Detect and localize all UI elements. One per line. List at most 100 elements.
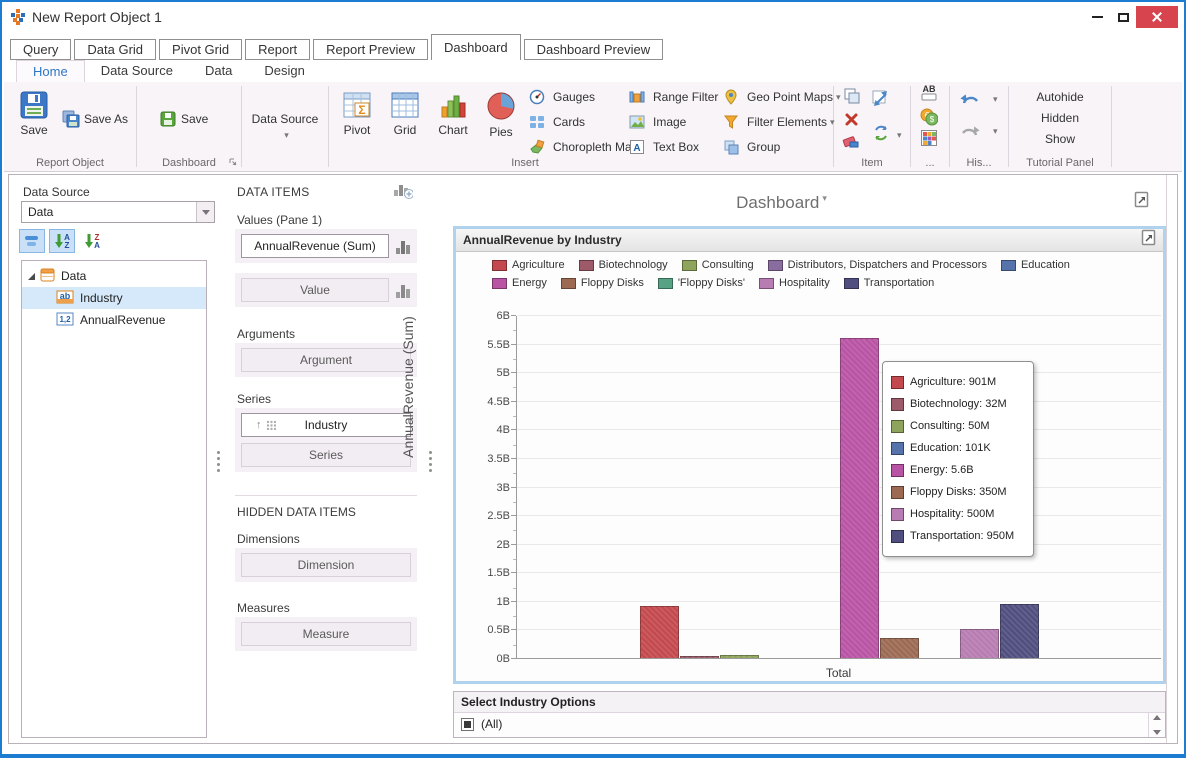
item-convert-icon[interactable]	[872, 90, 890, 108]
insert-pivot-button[interactable]: Σ Pivot	[333, 84, 381, 152]
insert-choropleth-map-button[interactable]: Choropleth Map	[529, 136, 638, 158]
ribbon-group-tutorial-panel: AutohideHiddenShow Tutorial Panel	[1009, 82, 1111, 171]
item-duplicate-icon[interactable]	[844, 88, 860, 104]
sort-direction-icon[interactable]: ↑	[256, 419, 262, 431]
ribbon-tab-data[interactable]: Data	[189, 60, 248, 82]
gridline	[517, 487, 1161, 488]
dashboard-title[interactable]: Dashboard▾	[437, 193, 1126, 213]
redo-icon[interactable]	[960, 124, 980, 138]
chart-bar[interactable]	[680, 656, 719, 658]
undo-icon[interactable]	[960, 92, 980, 106]
undo-caret-icon[interactable]: ▾	[993, 94, 998, 105]
series-placeholder[interactable]: Series	[241, 443, 411, 467]
insert-gauges-button[interactable]: Gauges	[529, 86, 638, 108]
chart-bar[interactable]	[1000, 604, 1039, 658]
save-report-button[interactable]: Save	[10, 84, 58, 152]
item-clear-icon[interactable]	[842, 134, 860, 148]
ribbon-tab-design[interactable]: Design	[248, 60, 320, 82]
insert-text-box-button[interactable]: AText Box	[629, 136, 718, 158]
minimize-button[interactable]	[1084, 6, 1110, 28]
ribbon-group-dashboard: Save Dashboard	[137, 82, 241, 171]
item-refresh-caret-icon[interactable]: ▾	[897, 130, 902, 141]
insert-image-button[interactable]: Image	[629, 111, 718, 133]
tooltip-row: Transportation: 950M	[891, 525, 1025, 547]
splitter-explorer[interactable]	[216, 451, 220, 472]
insert-cards-button[interactable]: Cards	[529, 111, 638, 133]
insert-filter-elements-button[interactable]: Filter Elements▾	[723, 111, 841, 133]
close-button[interactable]	[1136, 6, 1178, 28]
chart-item-header[interactable]: AnnualRevenue by Industry	[456, 229, 1163, 252]
tree-node-annualrevenue[interactable]: 1,2 AnnualRevenue	[22, 309, 206, 331]
flat-view-button[interactable]	[19, 229, 45, 253]
ribbon-tab-home[interactable]: Home	[16, 60, 85, 82]
chart-bar[interactable]	[880, 638, 919, 658]
chart-bar[interactable]	[960, 629, 999, 658]
data-source-button[interactable]: Data Source ▾	[242, 112, 328, 141]
doc-tab-report[interactable]: Report	[245, 39, 310, 60]
item-caption-icon[interactable]: AB	[921, 86, 937, 101]
dashboard-dialog-launcher-icon[interactable]	[228, 157, 238, 167]
splitter-data-items[interactable]	[428, 451, 432, 472]
filter-row-partial[interactable]	[454, 735, 1165, 738]
save-dashboard-button[interactable]: Save	[159, 108, 208, 130]
checkbox-all-icon[interactable]	[461, 718, 474, 731]
doc-tab-data-grid[interactable]: Data Grid	[74, 39, 156, 60]
insert-group-button[interactable]: Group	[723, 136, 841, 158]
value-item-annualrevenue[interactable]: AnnualRevenue (Sum)	[241, 234, 389, 258]
tree-node-industry[interactable]: ab Industry	[22, 287, 206, 309]
save-as-button[interactable]: Save As	[62, 108, 128, 130]
data-source-select[interactable]: Data	[21, 201, 215, 223]
insert-chart-button[interactable]: Chart	[429, 84, 477, 152]
value-placeholder[interactable]: Value	[241, 278, 389, 302]
geo-point-maps-icon	[723, 89, 743, 105]
dimension-placeholder[interactable]: Dimension	[241, 553, 411, 577]
argument-placeholder[interactable]: Argument	[241, 348, 411, 372]
chart-bar[interactable]	[720, 655, 759, 658]
doc-tab-dashboard[interactable]: Dashboard	[431, 34, 521, 60]
redo-caret-icon[interactable]: ▾	[993, 126, 998, 137]
legend-label: Biotechnology	[599, 259, 668, 271]
chart-bar[interactable]	[640, 606, 679, 658]
filter-row-all[interactable]: (All)	[454, 713, 1165, 735]
legend-swatch-icon	[768, 260, 783, 271]
chart-item[interactable]: AnnualRevenue by Industry AgricultureBio…	[453, 226, 1166, 684]
sort-descending-button[interactable]: ZA	[79, 229, 105, 253]
group-label-tutorial-panel: Tutorial Panel	[1009, 157, 1111, 169]
doc-tab-dashboard-preview[interactable]: Dashboard Preview	[524, 39, 663, 60]
scroll-up-icon[interactable]	[1153, 715, 1161, 720]
doc-tab-report-preview[interactable]: Report Preview	[313, 39, 428, 60]
value-placeholder-strip: Value	[235, 273, 417, 307]
save-icon	[19, 90, 49, 120]
group-label-dashboard: Dashboard	[137, 157, 241, 169]
filter-item[interactable]: Select Industry Options (All)	[453, 691, 1166, 738]
add-pane-icon[interactable]	[393, 181, 413, 204]
chart-bar[interactable]	[840, 338, 879, 658]
insert-geo-point-maps-button[interactable]: Geo Point Maps▾	[723, 86, 841, 108]
doc-tab-pivot-grid[interactable]: Pivot Grid	[159, 39, 242, 60]
dashboard-export-icon[interactable]	[1134, 191, 1150, 213]
tutorial-show-button[interactable]: Show	[1009, 129, 1111, 150]
item-refresh-icon[interactable]	[872, 124, 890, 142]
scroll-down-icon[interactable]	[1153, 730, 1161, 735]
insert-grid-button[interactable]: Grid	[381, 84, 429, 152]
insert-range-filter-button[interactable]: Range Filter	[629, 86, 718, 108]
color-scheme-icon[interactable]	[921, 130, 937, 146]
data-source-select-arrow-icon[interactable]	[196, 202, 214, 222]
maximize-button[interactable]	[1110, 6, 1136, 28]
tree-node-data[interactable]: Data	[22, 265, 206, 287]
doc-tab-query[interactable]: Query	[10, 39, 71, 60]
filter-elements-icon	[723, 114, 743, 130]
legend-item: Transportation	[844, 277, 935, 289]
tree-expander-icon[interactable]	[28, 273, 35, 280]
sort-ascending-button[interactable]: AZ	[49, 229, 75, 253]
item-delete-icon[interactable]	[844, 112, 859, 127]
currency-format-icon[interactable]: €$	[920, 108, 938, 126]
chart-export-icon[interactable]	[1141, 229, 1157, 251]
ribbon-tab-data-source[interactable]: Data Source	[85, 60, 189, 82]
insert-pies-button[interactable]: Pies	[477, 84, 525, 152]
tutorial-autohide-button[interactable]: Autohide	[1009, 87, 1111, 108]
filter-scrollbar[interactable]	[1148, 713, 1165, 737]
tutorial-hidden-button[interactable]: Hidden	[1009, 108, 1111, 129]
series-item-industry[interactable]: ↑ Industry	[241, 413, 411, 437]
measure-placeholder[interactable]: Measure	[241, 622, 411, 646]
